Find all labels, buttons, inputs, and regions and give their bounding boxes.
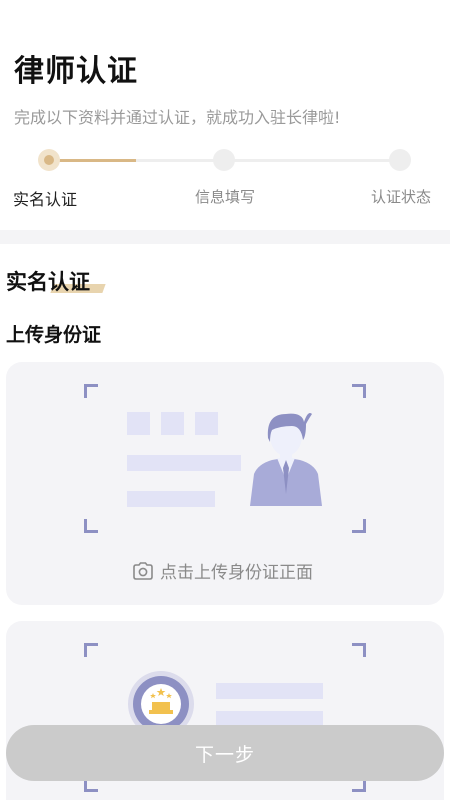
placeholder-block: [195, 412, 218, 435]
upload-id-heading: 上传身份证: [6, 324, 102, 346]
page-header: 律师认证 完成以下资料并通过认证，就成功入驻长律啦! 实名认证 信息填写 认证状…: [0, 0, 450, 230]
section-title: 实名认证: [6, 270, 90, 294]
step-label-status: 认证状态: [371, 188, 432, 206]
frame-corner-bottom-right: [352, 519, 366, 533]
step-dot-status: [389, 149, 411, 171]
frame-corner-bottom-left: [84, 519, 98, 533]
placeholder-block: [127, 412, 150, 435]
step-dot-realname: [38, 149, 60, 171]
frame-corner-top-left: [84, 643, 98, 657]
upload-front-caption: 点击上传身份证正面: [132, 558, 313, 583]
camera-icon: [133, 561, 153, 580]
step-label-info: 信息填写: [195, 188, 256, 206]
stepper-track-progress: [50, 159, 136, 162]
step-dot-info: [213, 149, 235, 171]
section-divider: [0, 230, 450, 244]
step-label-realname: 实名认证: [13, 190, 78, 209]
progress-stepper: 实名认证 信息填写 认证状态: [0, 148, 450, 209]
frame-corner-top-right: [352, 384, 366, 398]
page-title: 律师认证: [14, 54, 138, 89]
placeholder-line: [127, 491, 215, 507]
id-front-upload-card[interactable]: 点击上传身份证正面: [6, 362, 444, 605]
page-subtitle: 完成以下资料并通过认证，就成功入驻长律啦!: [14, 108, 341, 127]
person-portrait-icon: [250, 413, 322, 506]
upload-front-label: 点击上传身份证正面: [160, 563, 313, 583]
placeholder-block: [161, 412, 184, 435]
frame-corner-top-left: [84, 384, 98, 398]
placeholder-line: [216, 683, 323, 699]
placeholder-line: [127, 455, 241, 471]
frame-corner-top-right: [352, 643, 366, 657]
next-step-button[interactable]: 下一步: [6, 725, 444, 781]
